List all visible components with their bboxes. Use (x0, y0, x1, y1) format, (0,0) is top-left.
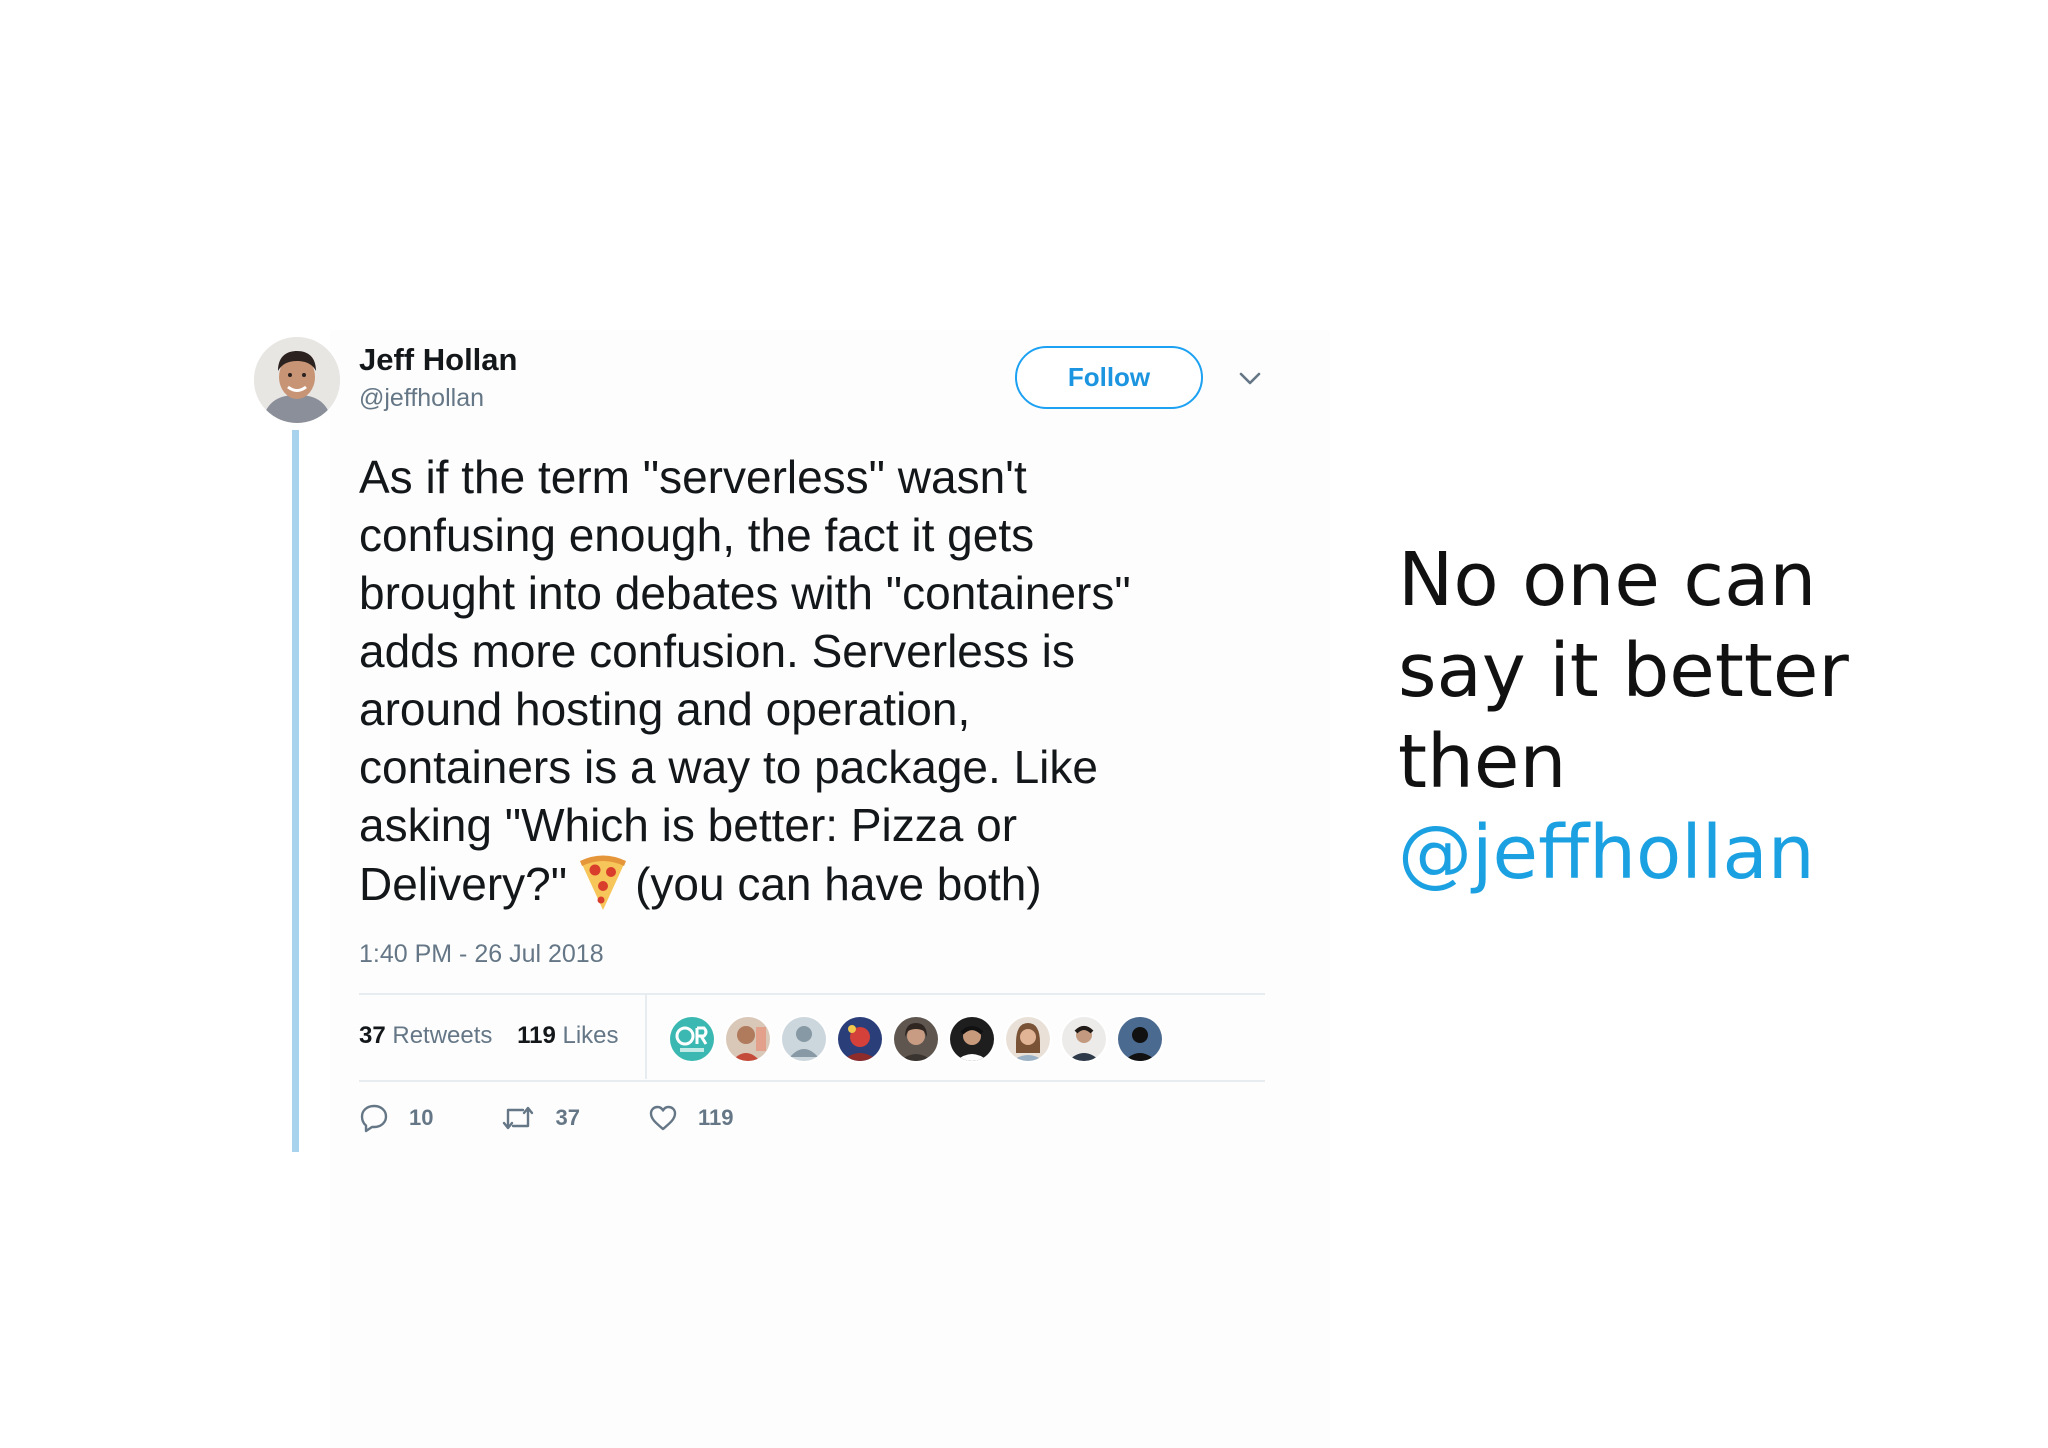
author-handle[interactable]: @jeffhollan (359, 384, 484, 413)
retweet-count: 37 (555, 1105, 580, 1130)
heart-icon (649, 1105, 677, 1131)
liker-avatar[interactable] (1060, 1015, 1108, 1063)
slide-caption-line-2: say it better (1398, 628, 1849, 714)
author-avatar-image (254, 337, 340, 423)
retweet-icon (503, 1106, 534, 1130)
likes-stat[interactable]: 119 Likes (517, 1022, 618, 1050)
chevron-down-icon[interactable] (1236, 368, 1264, 390)
liker-avatar[interactable] (892, 1015, 940, 1063)
tweet-text-body: As if the term "serverless" wasn't confu… (359, 451, 1131, 910)
reply-count: 10 (409, 1105, 434, 1130)
like-count: 119 (697, 1105, 734, 1130)
liker-avatar[interactable] (780, 1015, 828, 1063)
tweet-timestamp[interactable]: 1:40 PM - 26 Jul 2018 (359, 940, 604, 969)
retweet-button[interactable]: 37 (501, 1103, 580, 1133)
slide-caption: No one can say it better then @jeffholla… (1398, 535, 1849, 899)
reply-icon (360, 1104, 388, 1133)
pizza-icon (577, 854, 629, 912)
stats-divider-bottom (359, 1080, 1265, 1082)
author-name[interactable]: Jeff Hollan (359, 342, 517, 378)
liker-avatar[interactable] (948, 1015, 996, 1063)
liker-avatar[interactable] (836, 1015, 884, 1063)
liker-avatars (668, 1015, 1172, 1063)
liker-avatar[interactable] (1004, 1015, 1052, 1063)
liker-avatar[interactable] (1116, 1015, 1164, 1063)
slide-caption-mention[interactable]: @jeffhollan (1398, 808, 1849, 899)
tweet-text-tail: (you can have both) (635, 858, 1042, 910)
follow-button[interactable]: Follow (1015, 346, 1203, 409)
slide-caption-line-1: No one can (1398, 537, 1817, 623)
likes-count: 119 (517, 1022, 556, 1049)
likes-label: Likes (562, 1022, 619, 1049)
slide-caption-line-3: then (1398, 719, 1567, 805)
retweets-count: 37 (359, 1022, 386, 1049)
slide: Jeff Hollan @jeffhollan Follow As if the… (0, 0, 2048, 1448)
thread-line (292, 430, 299, 1152)
stats-separator (645, 995, 647, 1079)
liker-avatar[interactable] (668, 1015, 716, 1063)
stats-divider-top (359, 993, 1265, 995)
tweet-actions: 10 37 119 (359, 1103, 733, 1133)
tweet-text: As if the term "serverless" wasn't confu… (359, 448, 1259, 913)
like-button[interactable]: 119 (648, 1103, 734, 1133)
author-avatar[interactable] (254, 337, 340, 423)
tweet-stats: 37 Retweets 119 Likes (359, 1022, 637, 1050)
reply-button[interactable]: 10 (359, 1103, 433, 1133)
retweets-label: Retweets (392, 1022, 493, 1049)
liker-avatar[interactable] (724, 1015, 772, 1063)
retweets-stat[interactable]: 37 Retweets (359, 1022, 492, 1050)
